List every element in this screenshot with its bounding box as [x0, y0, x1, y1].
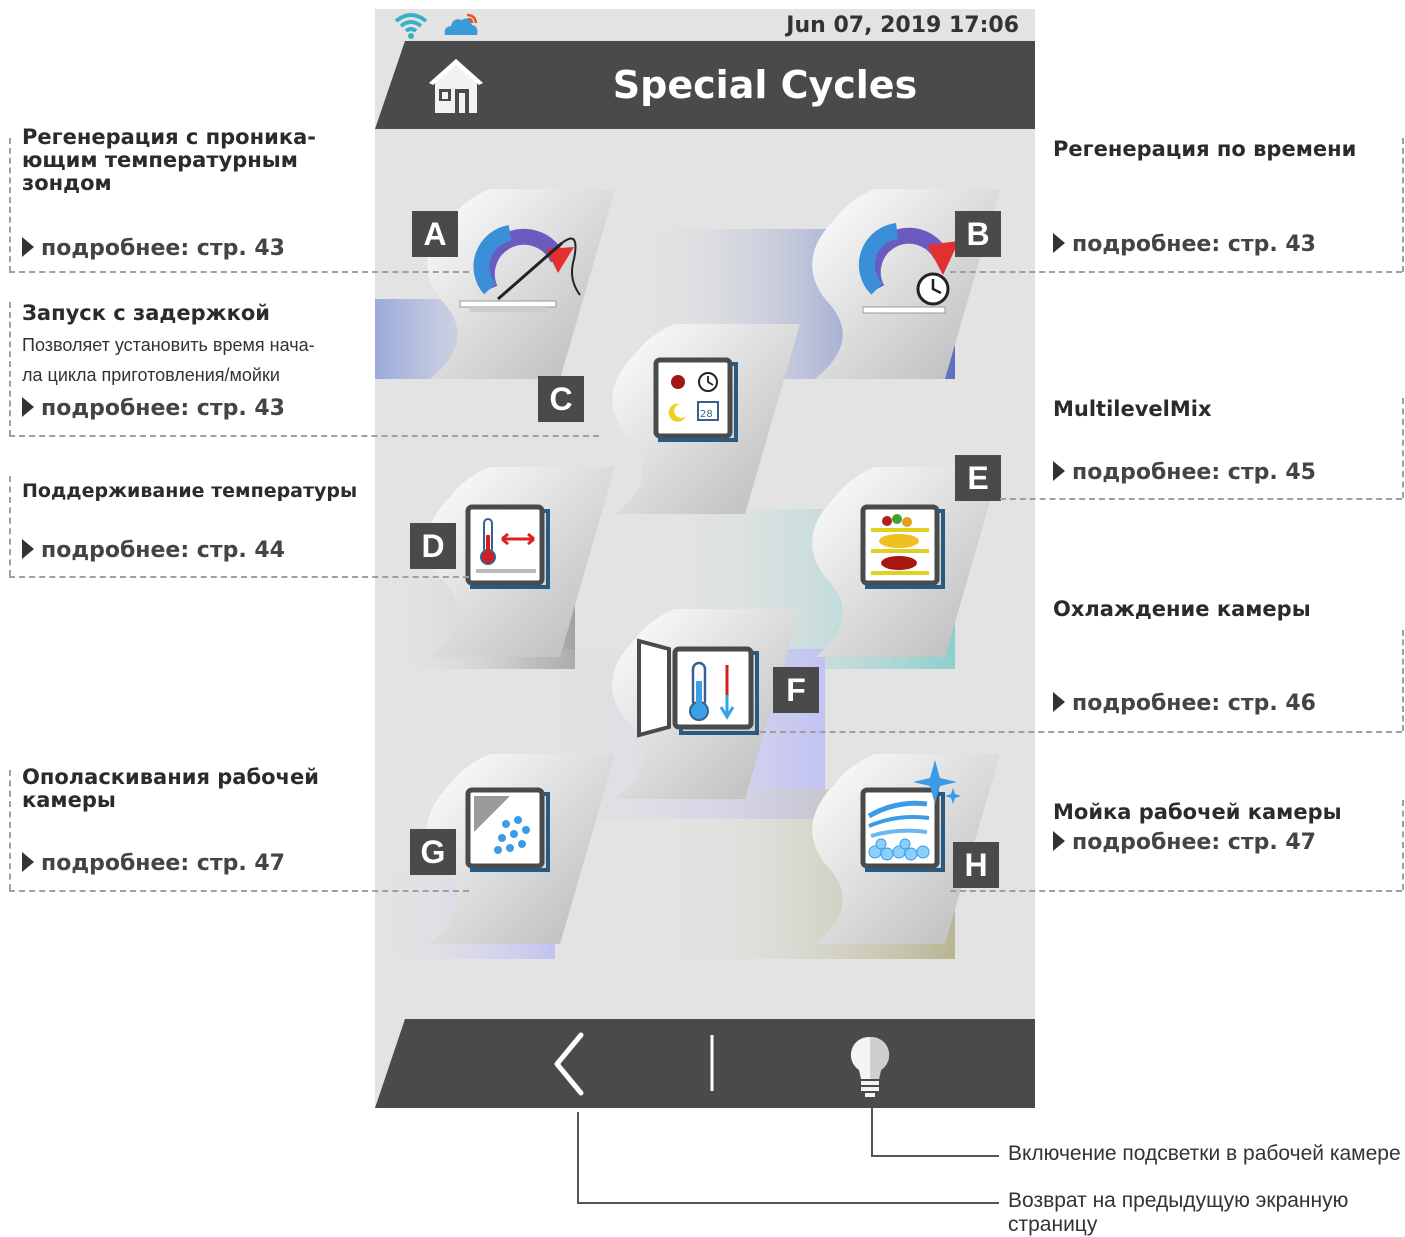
triangle-right-icon [1053, 692, 1065, 712]
tile-chamber-cooling[interactable]: F [605, 609, 819, 799]
back-callout-hline [577, 1202, 999, 1204]
annotation-h-link-text: подробнее: стр. 47 [1072, 830, 1316, 855]
annotation-f-link-text: подробнее: стр. 46 [1072, 691, 1316, 716]
annotation-b-link-text: подробнее: стр. 43 [1072, 232, 1316, 257]
tile-chamber-wash[interactable]: H [805, 754, 1005, 944]
annotation-a-link[interactable]: подробнее: стр. 43 [22, 236, 285, 261]
annotation-g: Ополаскивания рабочей камеры [22, 766, 319, 812]
annotation-e-bracket [1402, 398, 1404, 498]
tile-letter-b: B [955, 211, 1001, 257]
chamber-cooling-icon [637, 638, 759, 738]
annotation-h-bracket [1402, 800, 1404, 890]
cloud-icon [444, 13, 478, 35]
back-chevron-icon[interactable] [543, 1031, 593, 1097]
hold-temperature-icon [465, 504, 550, 589]
tile-letter-a: A [412, 211, 458, 257]
light-callout-hline [871, 1155, 999, 1157]
annotation-g-title-2: камеры [22, 788, 116, 812]
annotation-d-bracket [9, 476, 11, 576]
multilevel-mix-icon [860, 504, 945, 589]
annotation-h-leader [950, 890, 1402, 892]
triangle-right-icon [1053, 461, 1065, 481]
annotation-g-link-text: подробнее: стр. 47 [41, 851, 285, 876]
annotation-h-link[interactable]: подробнее: стр. 47 [1053, 830, 1316, 855]
tile-timed-regeneration[interactable]: B [805, 189, 1005, 379]
wifi-icon [394, 13, 428, 39]
annotation-d-title: Поддерживание температуры [22, 480, 358, 502]
light-callout-label: Включение подсветки в рабочей камере [1008, 1142, 1401, 1165]
tile-letter-h: H [953, 842, 999, 888]
annotation-a-leader [9, 271, 469, 273]
annotation-e-link[interactable]: подробнее: стр. 45 [1053, 460, 1316, 485]
annotation-h-title: Мойка рабочей камеры [1053, 800, 1342, 824]
tile-chamber-rinse[interactable]: G [410, 754, 620, 944]
tile-delayed-start[interactable]: 28 C [538, 324, 805, 514]
annotation-a: Регенерация с проника- ющим температурны… [22, 126, 316, 195]
back-callout-label: Возврат на предыдущую экранную страницу [1008, 1189, 1349, 1236]
chamber-rinse-icon [465, 787, 550, 872]
annotation-b-title: Регенерация по времени [1053, 137, 1357, 161]
svg-text:28: 28 [700, 409, 713, 420]
annotation-f-title: Охлаждение камеры [1053, 597, 1311, 621]
annotation-c-desc-2: ла цикла приготовления/мойки [22, 365, 280, 385]
annotation-f-leader [760, 731, 1402, 733]
probe-regeneration-icon [459, 225, 581, 312]
annotation-a-title-2: ющим температурным [22, 148, 298, 172]
annotation-a-link-text: подробнее: стр. 43 [41, 236, 285, 261]
annotation-c-desc-1: Позволяет установить время нача- [22, 335, 315, 355]
annotation-f-link[interactable]: подробнее: стр. 46 [1053, 691, 1316, 716]
back-callout-vline [577, 1112, 579, 1203]
annotation-c-title: Запуск с задержкой [22, 301, 270, 325]
footer-bar [375, 1019, 1035, 1108]
home-icon[interactable] [425, 55, 487, 117]
status-bar: Jun 07, 2019 17:06 [375, 9, 1035, 41]
annotation-c-link-text: подробнее: стр. 43 [41, 396, 285, 421]
annotation-e-link-text: подробнее: стр. 45 [1072, 460, 1316, 485]
annotation-b-bracket [1402, 138, 1404, 272]
annotation-a-bracket [9, 138, 11, 272]
triangle-right-icon [22, 852, 34, 872]
triangle-right-icon [22, 397, 34, 417]
tile-letter-d: D [410, 523, 456, 569]
datetime-readout: Jun 07, 2019 17:06 [786, 13, 1019, 38]
tile-probe-regeneration[interactable]: A [412, 189, 620, 379]
annotation-b-link[interactable]: подробнее: стр. 43 [1053, 232, 1316, 257]
annotation-e-title: MultilevelMix [1053, 397, 1212, 421]
triangle-right-icon [1053, 831, 1065, 851]
annotation-a-title-1: Регенерация с проника- [22, 125, 316, 149]
light-bulb-icon[interactable] [845, 1033, 895, 1099]
light-callout-vline [871, 1108, 873, 1156]
annotation-e-leader [1000, 498, 1402, 500]
tile-hold-temperature[interactable]: D [410, 467, 620, 657]
annotation-g-leader [9, 890, 469, 892]
tile-letter-e: E [955, 455, 1001, 501]
annotation-b-leader [950, 271, 1402, 273]
annotation-g-title-1: Ополаскивания рабочей [22, 765, 319, 789]
header-bar: Special Cycles [375, 41, 1035, 129]
tile-letter-g: G [410, 829, 456, 875]
annotation-c-desc: Позволяет установить время нача- ла цикл… [22, 330, 315, 390]
annotation-d-link-text: подробнее: стр. 44 [41, 538, 285, 563]
annotation-g-link[interactable]: подробнее: стр. 47 [22, 851, 285, 876]
annotation-f-bracket [1402, 630, 1404, 731]
delayed-start-icon: 28 [653, 357, 738, 442]
chamber-wash-icon [860, 760, 961, 872]
tile-letter-c: C [538, 376, 584, 422]
device-screen: Jun 07, 2019 17:06 Special Cycles A B 28… [375, 9, 1035, 1108]
annotation-c-link[interactable]: подробнее: стр. 43 [22, 396, 285, 421]
tile-letter-f: F [773, 667, 819, 713]
annotation-a-title-3: зондом [22, 171, 112, 195]
triangle-right-icon [22, 539, 34, 559]
footer-background [375, 1019, 1035, 1108]
tile-multilevel-mix[interactable]: E [805, 455, 1005, 657]
annotation-g-bracket [9, 770, 11, 890]
annotation-d-leader [9, 576, 469, 578]
annotation-d-link[interactable]: подробнее: стр. 44 [22, 538, 285, 563]
triangle-right-icon [1053, 233, 1065, 253]
annotation-c-leader [9, 435, 599, 437]
annotation-c-bracket [9, 302, 11, 436]
triangle-right-icon [22, 237, 34, 257]
page-title: Special Cycles [612, 63, 918, 107]
